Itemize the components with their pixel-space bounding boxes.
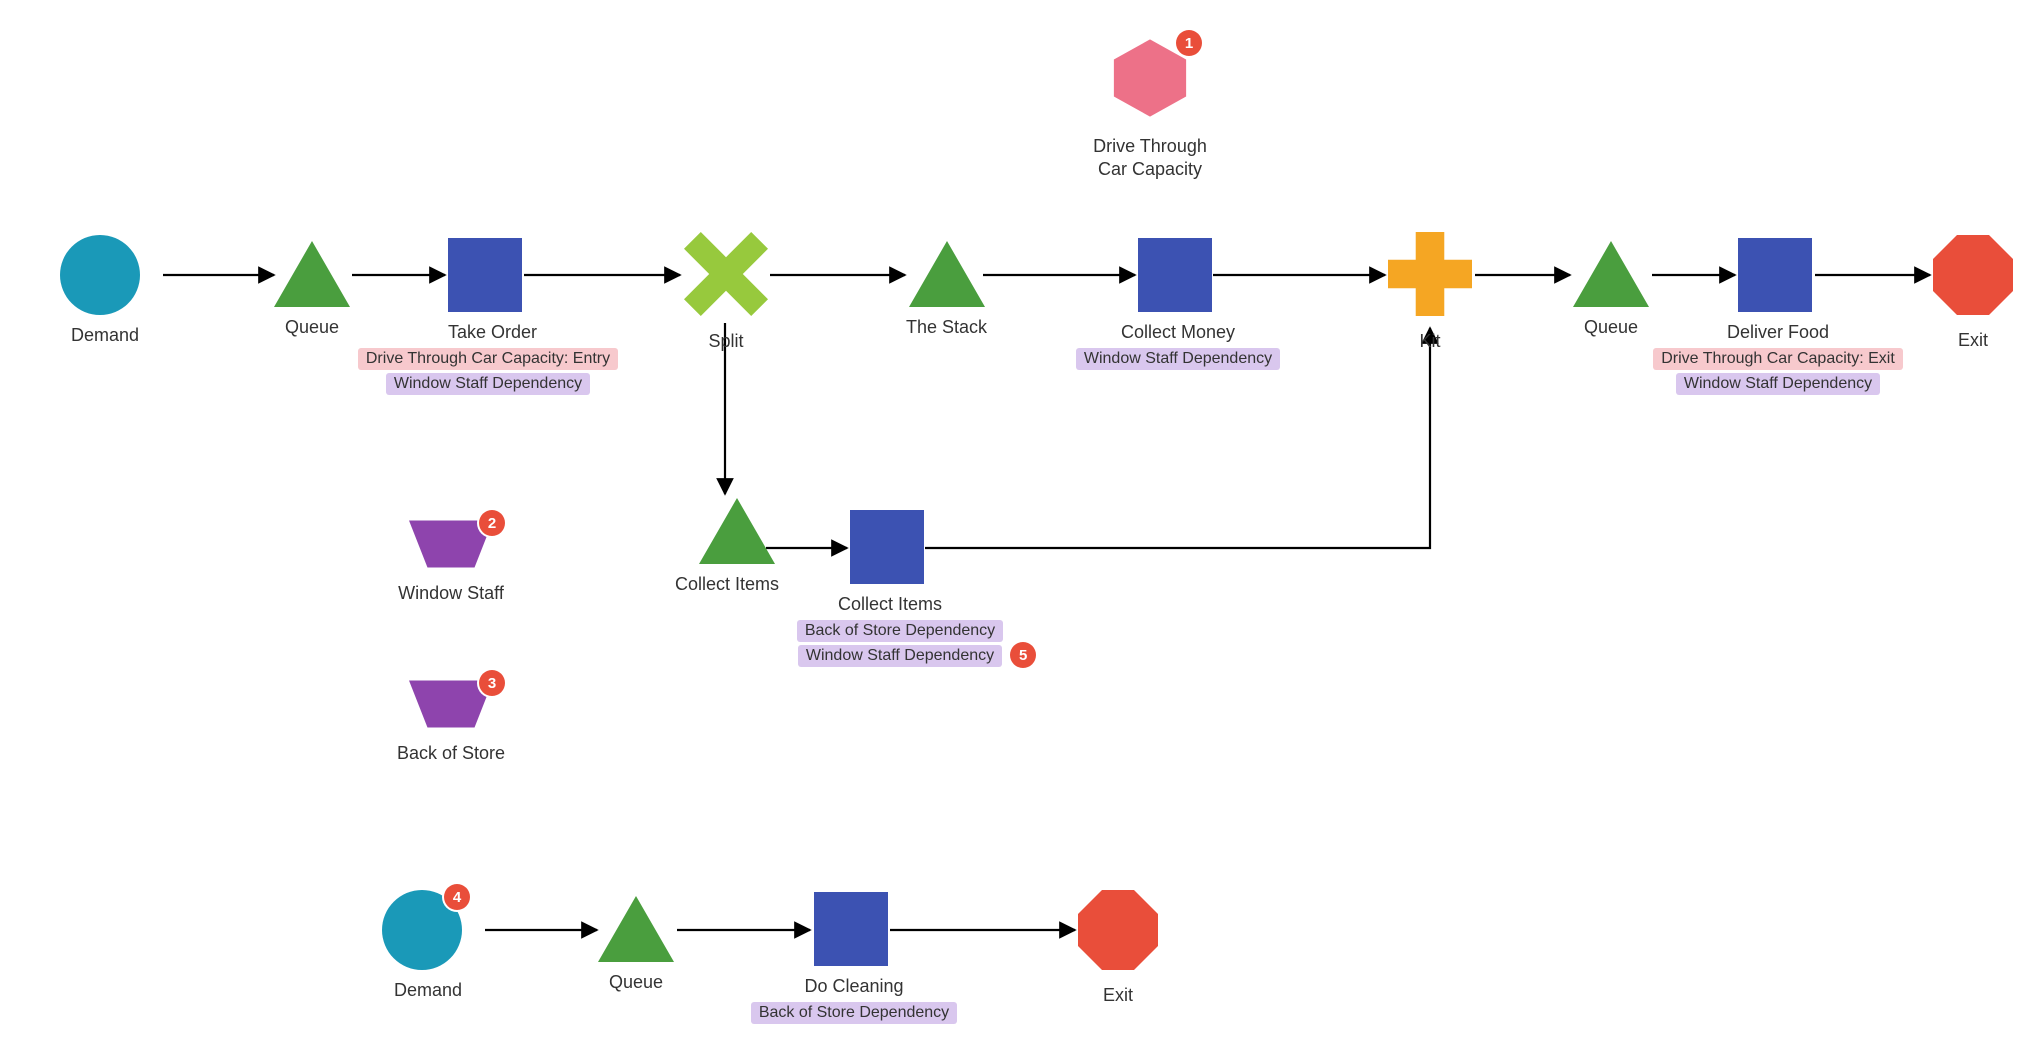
resource-label: Back of Store [386, 743, 516, 764]
octagon-icon [1078, 890, 1158, 970]
node-the-stack[interactable]: The Stack [906, 241, 987, 338]
triangle-icon [1573, 241, 1649, 307]
badge-4: 4 [444, 884, 470, 910]
node-take-order[interactable]: Take Order Drive Through Car Capacity: E… [448, 238, 522, 395]
node-demand-2[interactable]: 4 Demand [382, 890, 462, 1001]
node-label: Demand [394, 980, 462, 1001]
dependency-tag: Window Staff Dependency [1076, 348, 1280, 370]
dependency-tag: Window Staff Dependency [386, 373, 590, 395]
node-label: Collect Items [825, 594, 955, 615]
square-icon [850, 510, 924, 584]
resource-back-of-store[interactable]: 3 Back of Store [386, 680, 516, 764]
diagram-canvas: 1 Drive Through Car Capacity 2 Window St… [0, 0, 2037, 1053]
square-icon [448, 238, 522, 312]
node-exit-2[interactable]: Exit [1078, 890, 1158, 1006]
x-split-icon [684, 232, 768, 316]
square-icon [814, 892, 888, 966]
node-label: Collect Money [1108, 322, 1248, 343]
node-do-cleaning[interactable]: Do Cleaning Back of Store Dependency [814, 892, 888, 1024]
badge-3: 3 [479, 670, 505, 696]
node-label: Kit [1388, 331, 1472, 352]
circle-icon [60, 235, 140, 315]
node-label: Demand [70, 325, 140, 346]
badge-2: 2 [479, 510, 505, 536]
node-queue-2[interactable]: Queue [1573, 241, 1649, 338]
square-icon [1138, 238, 1212, 312]
resource-window-staff[interactable]: 2 Window Staff [386, 520, 516, 604]
node-label: Queue [1573, 317, 1649, 338]
node-label: Split [684, 331, 768, 352]
dependency-tag: Drive Through Car Capacity: Exit [1653, 348, 1903, 370]
dependency-tag: Back of Store Dependency [797, 620, 1003, 642]
dependency-tag: Window Staff Dependency [1676, 373, 1880, 395]
node-kit[interactable]: Kit [1388, 232, 1472, 352]
node-label: Queue [598, 972, 674, 993]
resource-label: Window Staff [386, 583, 516, 604]
node-label: Take Order [448, 322, 522, 343]
arrows-layer [0, 0, 2037, 1053]
node-label: Do Cleaning [789, 976, 919, 997]
dependency-tag: Drive Through Car Capacity: Entry [358, 348, 618, 370]
node-label: Exit [1933, 330, 2013, 351]
node-label: Exit [1078, 985, 1158, 1006]
node-collect-money[interactable]: Collect Money Window Staff Dependency [1138, 238, 1212, 370]
node-deliver-food[interactable]: Deliver Food Drive Through Car Capacity:… [1738, 238, 1812, 395]
node-collect-items-queue[interactable]: Collect Items [687, 498, 787, 595]
node-label: Collect Items [667, 574, 787, 595]
node-split[interactable]: Split [684, 232, 768, 352]
resource-label: Drive Through Car Capacity [1080, 135, 1220, 180]
badge-5: 5 [1010, 642, 1036, 668]
dependency-tag: Window Staff Dependency 5 [798, 645, 1002, 667]
triangle-icon [909, 241, 985, 307]
badge-1: 1 [1176, 30, 1202, 56]
resource-car-capacity[interactable]: 1 Drive Through Car Capacity [1080, 36, 1220, 180]
node-exit[interactable]: Exit [1933, 235, 2013, 351]
node-label: Queue [274, 317, 350, 338]
node-label: Deliver Food [1713, 322, 1843, 343]
triangle-icon [274, 241, 350, 307]
plus-icon [1388, 232, 1472, 316]
node-demand[interactable]: Demand [60, 235, 140, 346]
node-queue-3[interactable]: Queue [598, 896, 674, 993]
node-collect-items-activity[interactable]: Collect Items Back of Store Dependency W… [850, 510, 924, 667]
triangle-icon [699, 498, 775, 564]
square-icon [1738, 238, 1812, 312]
triangle-icon [598, 896, 674, 962]
octagon-icon [1933, 235, 2013, 315]
node-label: The Stack [906, 317, 987, 338]
dependency-tag: Back of Store Dependency [751, 1002, 957, 1024]
node-queue-1[interactable]: Queue [274, 241, 350, 338]
